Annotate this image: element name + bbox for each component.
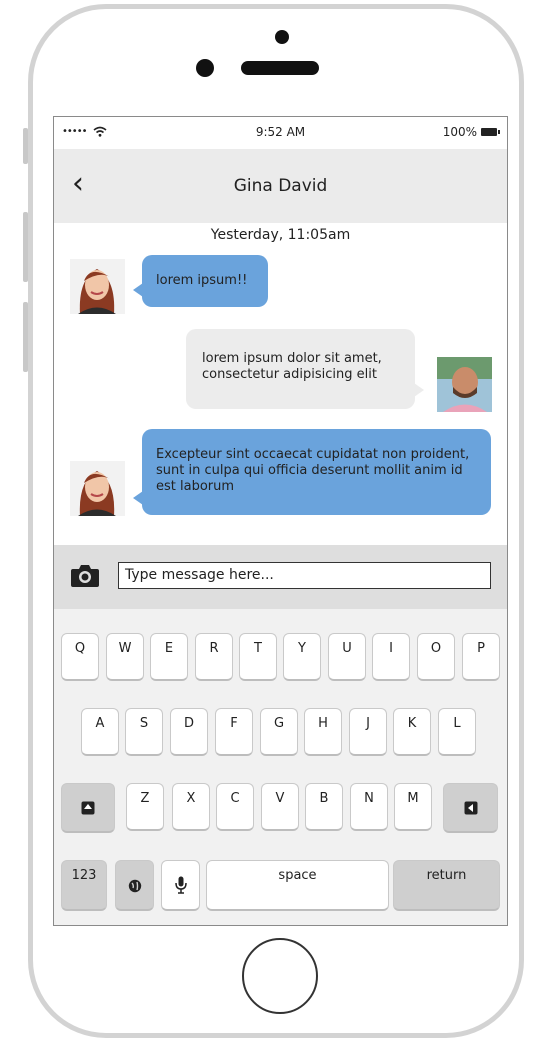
key-v[interactable]: V <box>261 783 299 831</box>
return-key[interactable]: return <box>393 860 500 911</box>
volume-down-button <box>23 302 28 372</box>
mute-switch <box>23 128 28 164</box>
home-button[interactable] <box>242 938 318 1014</box>
key-g[interactable]: G <box>260 708 298 756</box>
globe-key[interactable] <box>115 860 154 911</box>
message-text: Excepteur sint occaecat cupidatat non pr… <box>156 447 470 494</box>
key-t[interactable]: T <box>239 633 277 681</box>
microphone-icon <box>174 876 187 894</box>
front-sensor <box>275 30 289 44</box>
message-input[interactable]: Type message here... <box>118 562 491 589</box>
key-k[interactable]: K <box>393 708 431 756</box>
contact-avatar <box>70 259 125 314</box>
message-composer: Type message here... <box>54 545 507 609</box>
key-p[interactable]: P <box>462 633 500 681</box>
key-l[interactable]: L <box>438 708 476 756</box>
key-d[interactable]: D <box>170 708 208 756</box>
space-key[interactable]: space <box>206 860 389 911</box>
battery-icon <box>481 128 500 136</box>
key-y[interactable]: Y <box>283 633 321 681</box>
volume-up-button <box>23 212 28 282</box>
shift-key[interactable] <box>61 783 115 833</box>
conversation-header: ‹ Gina David <box>54 149 507 223</box>
screen: ••••• 9:52 AM 100% ‹ Gina David Yesterda… <box>53 116 508 926</box>
key-j[interactable]: J <box>349 708 387 756</box>
key-x[interactable]: X <box>172 783 210 831</box>
key-u[interactable]: U <box>328 633 366 681</box>
key-e[interactable]: E <box>150 633 188 681</box>
earpiece-speaker <box>241 61 319 75</box>
globe-icon <box>128 879 141 893</box>
numbers-key[interactable]: 123 <box>61 860 107 911</box>
key-n[interactable]: N <box>350 783 388 831</box>
key-i[interactable]: I <box>372 633 410 681</box>
backspace-key[interactable] <box>443 783 498 833</box>
key-s[interactable]: S <box>125 708 163 756</box>
key-h[interactable]: H <box>304 708 342 756</box>
user-avatar <box>437 357 492 412</box>
message-text: lorem ipsum dolor sit amet, consectetur … <box>202 351 382 382</box>
keyboard: Q W E R T Y U I O P A S D F G H J K L Z … <box>54 609 507 925</box>
battery-percent: 100% <box>442 125 477 139</box>
key-r[interactable]: R <box>195 633 233 681</box>
key-b[interactable]: B <box>305 783 343 831</box>
status-time: 9:52 AM <box>255 125 306 139</box>
message-timestamp: Yesterday, 11:05am <box>210 227 351 243</box>
status-bar: ••••• 9:52 AM 100% <box>54 117 507 149</box>
key-f[interactable]: F <box>215 708 253 756</box>
dictation-key[interactable] <box>161 860 200 911</box>
contact-name: Gina David <box>233 176 328 196</box>
message-bubble-incoming[interactable]: lorem ipsum!! <box>133 255 268 307</box>
message-list: Yesterday, 11:05am lorem ipsum!! lorem i… <box>54 223 507 545</box>
key-m[interactable]: M <box>394 783 432 831</box>
message-text: lorem ipsum!! <box>156 273 248 288</box>
key-z[interactable]: Z <box>126 783 164 831</box>
backspace-icon <box>464 801 477 815</box>
shift-icon <box>81 801 95 815</box>
key-o[interactable]: O <box>417 633 455 681</box>
contact-avatar <box>70 461 125 516</box>
camera-icon[interactable] <box>70 562 100 588</box>
front-camera <box>196 59 214 77</box>
key-c[interactable]: C <box>216 783 254 831</box>
key-a[interactable]: A <box>81 708 119 756</box>
message-bubble-outgoing[interactable]: lorem ipsum dolor sit amet, consectetur … <box>186 329 424 409</box>
key-w[interactable]: W <box>106 633 144 681</box>
message-bubble-incoming[interactable]: Excepteur sint occaecat cupidatat non pr… <box>133 429 491 515</box>
key-q[interactable]: Q <box>61 633 99 681</box>
